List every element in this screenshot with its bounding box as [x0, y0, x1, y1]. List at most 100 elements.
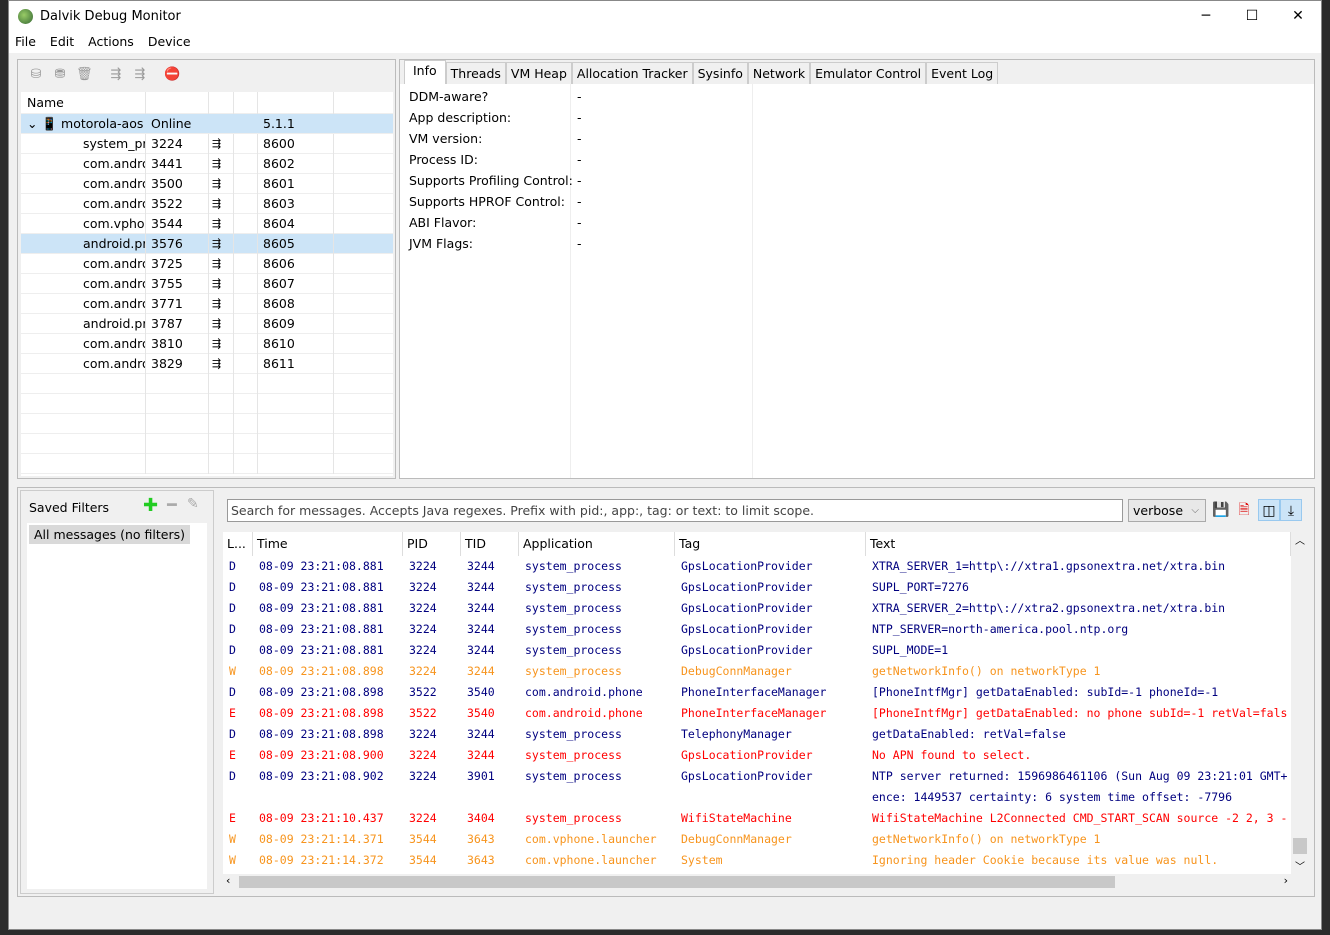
process-row[interactable]: com.android 3755 ⇶ 8607 — [21, 274, 393, 294]
process-row[interactable]: com.android 3500 ⇶ 8601 — [21, 174, 393, 194]
log-row[interactable]: D 08-09 23:21:08.881 3224 3244 system_proces… — [223, 640, 1291, 661]
log-row[interactable]: D 08-09 23:21:08.881 3224 3244 system_proces… — [223, 577, 1291, 598]
log-row[interactable]: E 08-09 23:21:10.437 3224 3404 system_proces… — [223, 808, 1291, 829]
log-application: com.android.phone — [525, 706, 643, 720]
maximize-button[interactable]: ☐ — [1229, 1, 1275, 31]
process-row[interactable]: com.android 3522 ⇶ 8603 — [21, 194, 393, 214]
scroll-thumb[interactable] — [239, 876, 1115, 888]
minimize-button[interactable]: ─ — [1183, 1, 1229, 31]
column-llevellevellevel[interactable]: L... — [223, 532, 253, 556]
log-application: system_process — [525, 727, 622, 741]
log-level: D — [229, 685, 236, 699]
log-horizontal-scrollbar[interactable]: ‹ › — [223, 874, 1291, 890]
log-level: D — [229, 769, 236, 783]
log-row[interactable]: D 08-09 23:21:08.881 3224 3244 system_proces… — [223, 619, 1291, 640]
scroll-thumb[interactable] — [1293, 838, 1307, 854]
column-tid[interactable]: TID — [461, 532, 519, 556]
process-row[interactable]: android.process 3787 ⇶ 8609 — [21, 314, 393, 334]
log-row[interactable]: E 08-09 23:21:08.900 3224 3244 system_proces… — [223, 745, 1291, 766]
expand-chevron-icon[interactable]: ⌄ — [27, 116, 37, 131]
stop-process-icon[interactable]: ⛔ — [164, 67, 180, 83]
scroll-up-icon[interactable]: ︿ — [1295, 532, 1305, 547]
process-port: 8602 — [258, 154, 334, 174]
tab-emulator-control[interactable]: Emulator Control — [810, 62, 927, 84]
dump-hprof-icon[interactable]: ⛃ — [52, 67, 68, 83]
scroll-left-icon[interactable]: ‹ — [226, 874, 230, 887]
close-button[interactable]: ✕ — [1275, 1, 1321, 31]
process-row[interactable]: android.process 3576 ⇶ 8605 — [21, 234, 393, 254]
cause-gc-icon[interactable]: 🗑 — [76, 67, 93, 83]
filter-item-all[interactable]: All messages (no filters) — [29, 525, 191, 544]
remove-filter-icon[interactable]: ━ — [167, 495, 177, 514]
edit-filter-icon[interactable]: ✎ — [187, 496, 199, 512]
log-time: 08-09 23:21:08.898 — [259, 706, 384, 720]
update-heap-icon[interactable]: ⛁ — [28, 67, 44, 83]
log-row[interactable]: D 08-09 23:21:08.881 3224 3244 system_proces… — [223, 598, 1291, 619]
log-row[interactable]: D 08-09 23:21:08.898 3522 3540 com.android.p… — [223, 682, 1291, 703]
add-filter-icon[interactable]: ✚ — [143, 495, 158, 516]
device-row[interactable]: ⌄ 📱 motorola-aos Online 5.1.1 — [21, 114, 393, 134]
tab-vm-heap[interactable]: VM Heap — [505, 62, 572, 84]
menu-file[interactable]: File — [15, 32, 36, 52]
tab-network[interactable]: Network — [747, 62, 811, 84]
save-icon[interactable]: 💾 — [1210, 499, 1232, 521]
log-row[interactable]: W 08-09 23:21:08.898 3224 3244 system_proces… — [223, 661, 1291, 682]
empty-row — [21, 414, 393, 434]
process-row[interactable]: com.android 3725 ⇶ 8606 — [21, 254, 393, 274]
log-row[interactable]: W 08-09 23:21:14.372 3544 3643 com.vphone.la… — [223, 850, 1291, 871]
menu-device[interactable]: Device — [147, 32, 191, 52]
tab-info[interactable]: Info — [404, 60, 446, 84]
tab-event-log[interactable]: Event Log — [926, 62, 999, 84]
process-pid: 3829 — [146, 354, 209, 374]
process-row[interactable]: com.android 3829 ⇶ 8611 — [21, 354, 393, 374]
tab-allocation-tracker[interactable]: Allocation Tracker — [571, 62, 693, 84]
column-name[interactable]: Name — [21, 92, 146, 114]
info-value: - — [577, 131, 582, 146]
scroll-right-icon[interactable]: › — [1284, 874, 1288, 887]
column-pid[interactable]: PID — [403, 532, 461, 556]
process-row[interactable]: com.android 3771 ⇶ 8608 — [21, 294, 393, 314]
scroll-lock-icon[interactable]: ⤓ — [1280, 499, 1302, 521]
menu-actions[interactable]: Actions — [88, 32, 134, 52]
method-profiling-icon[interactable]: ⇶ — [132, 67, 148, 83]
log-application: com.vphone.launcher — [525, 832, 657, 846]
empty-row — [21, 374, 393, 394]
log-level: E — [229, 706, 236, 720]
clear-log-icon[interactable]: 🗎 — [1233, 499, 1255, 521]
menu-edit[interactable]: Edit — [49, 32, 75, 52]
tab-sysinfo[interactable]: Sysinfo — [692, 62, 748, 84]
log-row[interactable]: D 08-09 23:21:08.902 3224 3901 system_proces… — [223, 766, 1291, 787]
process-row[interactable]: system_process 3224 ⇶ 8600 — [21, 134, 393, 154]
column-tag[interactable]: Tag — [675, 532, 866, 556]
log-time: 08-09 23:21:08.881 — [259, 559, 384, 573]
log-tid: 3244 — [467, 622, 495, 636]
column-text[interactable]: Text — [866, 532, 1291, 556]
scroll-down-icon[interactable]: ﹀ — [1295, 858, 1305, 873]
tab-threads[interactable]: Threads — [445, 62, 506, 84]
log-row[interactable]: W 08-09 23:21:14.371 3544 3643 com.vphone.la… — [223, 829, 1291, 850]
process-port: 8608 — [258, 294, 334, 314]
log-row[interactable]: ence: 1449537 certainty: 6 system time o… — [223, 787, 1291, 808]
debug-threads-icon: ⇶ — [209, 234, 234, 254]
log-row[interactable]: D 08-09 23:21:08.898 3224 3244 system_proces… — [223, 724, 1291, 745]
column-application[interactable]: Application — [519, 532, 675, 556]
toggle-filters-icon[interactable]: ◫ — [1258, 499, 1280, 521]
log-tag: GpsLocationProvider — [681, 601, 813, 615]
log-row[interactable]: E 08-09 23:21:08.898 3522 3540 com.android.p… — [223, 703, 1291, 724]
process-name: android.process — [21, 314, 146, 334]
log-search-input[interactable]: Search for messages. Accepts Java regexe… — [227, 499, 1123, 522]
log-application: system_process — [525, 769, 622, 783]
column-time[interactable]: Time — [253, 532, 403, 556]
process-row[interactable]: com.android 3441 ⇶ 8602 — [21, 154, 393, 174]
info-label: Supports HPROF Control: — [409, 194, 565, 209]
log-level: W — [229, 853, 236, 867]
info-value: - — [577, 89, 582, 104]
log-tid: 3244 — [467, 601, 495, 615]
log-vertical-scrollbar[interactable]: ︿ ﹀ — [1292, 532, 1308, 874]
log-level-select[interactable]: verbose ⌵ — [1128, 499, 1206, 522]
log-row[interactable]: D 08-09 23:21:08.881 3224 3244 system_proces… — [223, 556, 1291, 577]
log-tid: 3643 — [467, 832, 495, 846]
update-threads-icon[interactable]: ⇶ — [108, 67, 124, 83]
process-row[interactable]: com.android 3810 ⇶ 8610 — [21, 334, 393, 354]
process-row[interactable]: com.vphone 3544 ⇶ 8604 — [21, 214, 393, 234]
